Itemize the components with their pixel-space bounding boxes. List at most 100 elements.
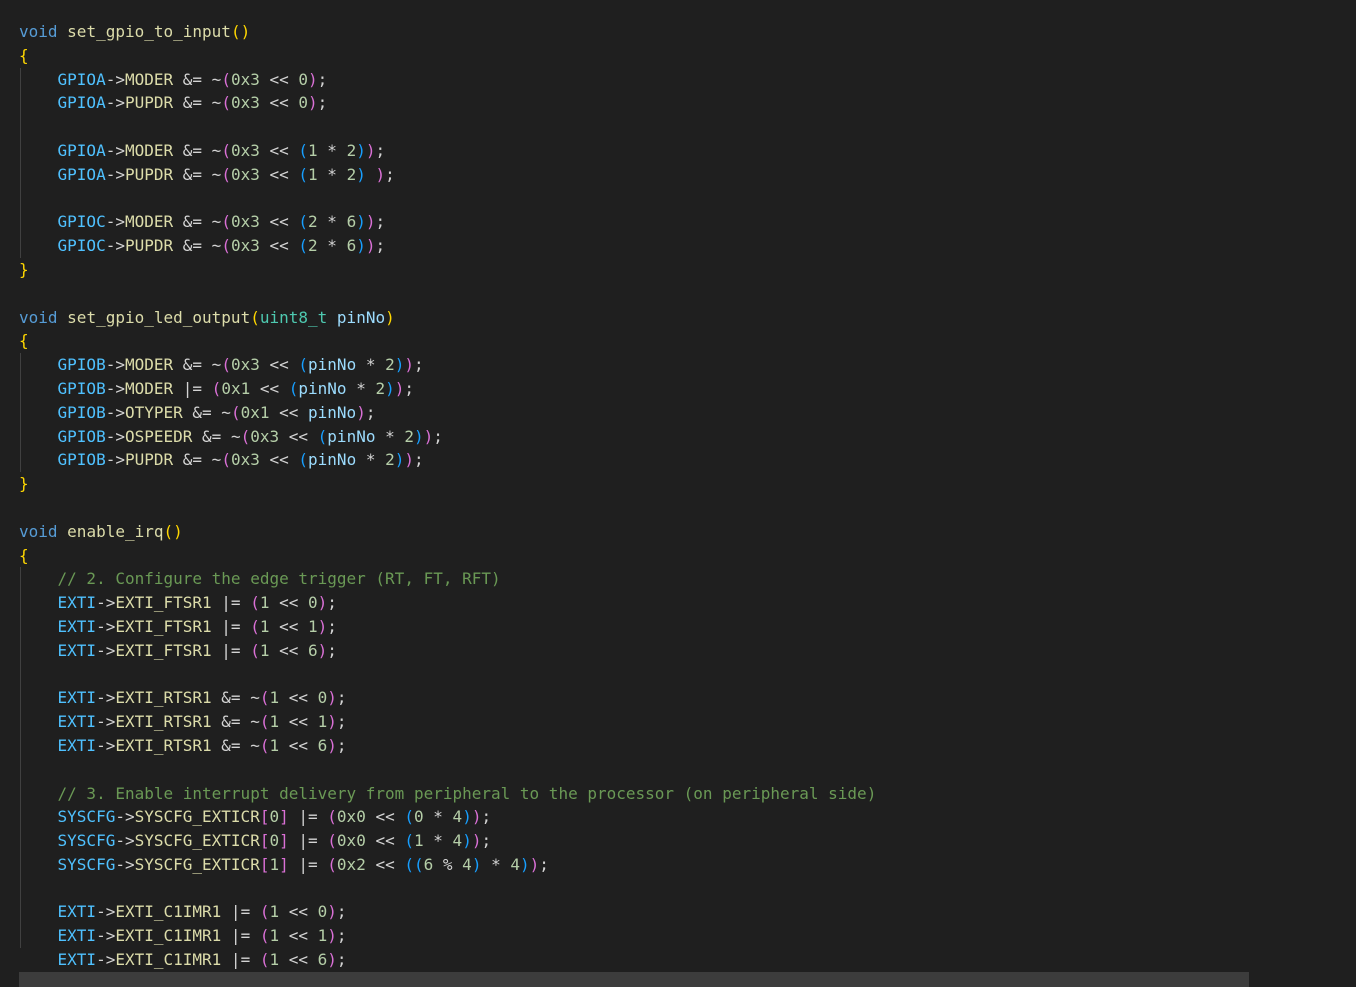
token-bracket: } <box>19 474 29 494</box>
code-line[interactable]: GPIOC->MODER &= ~(0x3 << (2 * 6)); <box>19 210 876 234</box>
token-number-literal: 6 <box>317 950 328 970</box>
token-operator: |= <box>221 902 260 922</box>
code-line[interactable]: EXTI->EXTI_FTSR1 |= (1 << 6); <box>19 639 876 663</box>
token-bracket: ) <box>327 926 337 946</box>
code-line[interactable]: SYSCFG->SYSCFG_EXTICR[1] |= (0x2 << ((6 … <box>19 853 876 877</box>
code-line[interactable] <box>19 758 876 782</box>
token-operator: << <box>259 93 299 113</box>
token-bracket: ( <box>404 807 414 827</box>
token-number-literal: 2 <box>308 236 318 256</box>
code-line[interactable] <box>19 663 876 687</box>
code-editor[interactable]: void set_gpio_to_input(){ GPIOA->MODER &… <box>0 0 1356 987</box>
token-number-literal: 1 <box>308 140 318 160</box>
token-operator: ; <box>327 593 337 613</box>
token-operator: &= ~ <box>173 212 222 232</box>
code-line[interactable]: } <box>19 472 876 496</box>
token-member: EXTI_RTSR1 <box>115 712 212 732</box>
code-line[interactable] <box>19 877 876 901</box>
token-whitespace <box>19 926 58 945</box>
code-line[interactable]: { <box>19 544 876 568</box>
code-line[interactable]: EXTI->EXTI_RTSR1 &= ~(1 << 1); <box>19 710 876 734</box>
token-bracket: ( <box>221 355 231 375</box>
token-bracket: { <box>19 45 29 65</box>
code-line[interactable]: EXTI->EXTI_RTSR1 &= ~(1 << 0); <box>19 686 876 710</box>
code-area[interactable]: void set_gpio_to_input(){ GPIOA->MODER &… <box>19 20 876 972</box>
code-line[interactable]: GPIOA->PUPDR &= ~(0x3 << (1 * 2) ); <box>19 163 876 187</box>
token-operator: |= <box>211 616 251 636</box>
code-line[interactable]: GPIOB->MODER &= ~(0x3 << (pinNo * 2)); <box>19 353 876 377</box>
token-number-literal: 1 <box>317 926 328 946</box>
token-operator: ; <box>375 236 386 256</box>
token-number-literal: 0 <box>317 688 328 708</box>
code-line[interactable]: EXTI->EXTI_FTSR1 |= (1 << 0); <box>19 591 876 615</box>
token-identifier: GPIOC <box>57 212 106 232</box>
token-function-name: enable_irq <box>67 521 164 541</box>
code-line[interactable]: // 2. Configure the edge trigger (RT, FT… <box>19 567 876 591</box>
code-line[interactable]: EXTI->EXTI_C1IMR1 |= (1 << 1); <box>19 924 876 948</box>
token-bracket: ( <box>327 807 337 827</box>
token-bracket: ( <box>298 236 309 256</box>
token-bracket: ( <box>240 426 251 446</box>
code-line[interactable]: EXTI->EXTI_RTSR1 &= ~(1 << 6); <box>19 734 876 758</box>
token-operator: * <box>481 854 511 874</box>
code-line[interactable]: EXTI->EXTI_C1IMR1 |= (1 << 0); <box>19 900 876 924</box>
token-keyword: void <box>19 307 58 327</box>
token-operator: ; <box>414 450 424 470</box>
token-member: MODER <box>124 69 174 89</box>
token-operator: << <box>259 355 299 375</box>
token-operator: -> <box>105 355 125 375</box>
token-whitespace <box>19 70 58 89</box>
token-variable: pinNo <box>298 378 347 398</box>
code-line[interactable]: GPIOA->MODER &= ~(0x3 << 0); <box>19 68 876 92</box>
code-line[interactable]: void set_gpio_to_input() <box>19 20 876 44</box>
token-operator: -> <box>105 402 125 422</box>
code-line[interactable]: { <box>19 329 876 353</box>
token-identifier: EXTI <box>57 593 97 613</box>
code-line[interactable]: { <box>19 44 876 68</box>
code-line[interactable]: GPIOB->MODER |= (0x1 << (pinNo * 2)); <box>19 377 876 401</box>
token-number-literal: 0x3 <box>230 93 260 113</box>
token-bracket: ) <box>327 950 337 970</box>
token-bracket: ) <box>365 212 376 232</box>
token-number-literal: 0 <box>308 593 318 613</box>
token-bracket: ) <box>327 735 337 755</box>
token-whitespace <box>19 450 58 469</box>
token-bracket: ) <box>462 831 472 851</box>
code-line[interactable]: EXTI->EXTI_C1IMR1 |= (1 << 6); <box>19 948 876 972</box>
token-bracket: ) <box>317 593 328 613</box>
token-member: SYSCFG_EXTICR <box>134 807 260 827</box>
token-bracket: ( <box>230 402 241 422</box>
code-line[interactable]: EXTI->EXTI_FTSR1 |= (1 << 1); <box>19 615 876 639</box>
token-number-literal: 0x3 <box>230 69 260 89</box>
code-line[interactable]: SYSCFG->SYSCFG_EXTICR[0] |= (0x0 << (1 *… <box>19 829 876 853</box>
token-type-name: uint8_t <box>259 307 328 327</box>
token-operator: -> <box>115 854 135 874</box>
token-operator: << <box>259 236 299 256</box>
token-bracket: ) <box>394 355 405 375</box>
code-line[interactable]: GPIOB->PUPDR &= ~(0x3 << (pinNo * 2)); <box>19 448 876 472</box>
code-line[interactable] <box>19 115 876 139</box>
token-operator: * <box>375 426 405 446</box>
code-line[interactable] <box>19 496 876 520</box>
code-line[interactable]: GPIOB->OSPEEDR &= ~(0x3 << (pinNo * 2)); <box>19 425 876 449</box>
code-line[interactable]: GPIOC->PUPDR &= ~(0x3 << (2 * 6)); <box>19 234 876 258</box>
token-bracket: ( <box>250 307 260 327</box>
horizontal-scrollbar[interactable] <box>19 972 1249 987</box>
code-line[interactable]: GPIOB->OTYPER &= ~(0x1 << pinNo); <box>19 401 876 425</box>
token-variable: pinNo <box>327 426 376 446</box>
code-line[interactable] <box>19 187 876 211</box>
token-bracket: ( <box>221 450 231 470</box>
code-line[interactable]: GPIOA->MODER &= ~(0x3 << (1 * 2)); <box>19 139 876 163</box>
code-line[interactable] <box>19 282 876 306</box>
code-line[interactable]: // 3. Enable interrupt delivery from per… <box>19 782 877 806</box>
token-member: EXTI_C1IMR1 <box>115 902 222 922</box>
token-operator: % <box>433 854 463 874</box>
code-line[interactable]: } <box>19 258 876 282</box>
code-line[interactable]: GPIOA->PUPDR &= ~(0x3 << 0); <box>19 91 876 115</box>
token-number-literal: 2 <box>385 450 395 470</box>
token-operator: ; <box>375 140 386 160</box>
code-line[interactable]: void enable_irq() <box>19 520 876 544</box>
token-member: EXTI_FTSR1 <box>115 616 212 636</box>
code-line[interactable]: SYSCFG->SYSCFG_EXTICR[0] |= (0x0 << (0 *… <box>19 805 876 829</box>
code-line[interactable]: void set_gpio_led_output(uint8_t pinNo) <box>19 306 876 330</box>
